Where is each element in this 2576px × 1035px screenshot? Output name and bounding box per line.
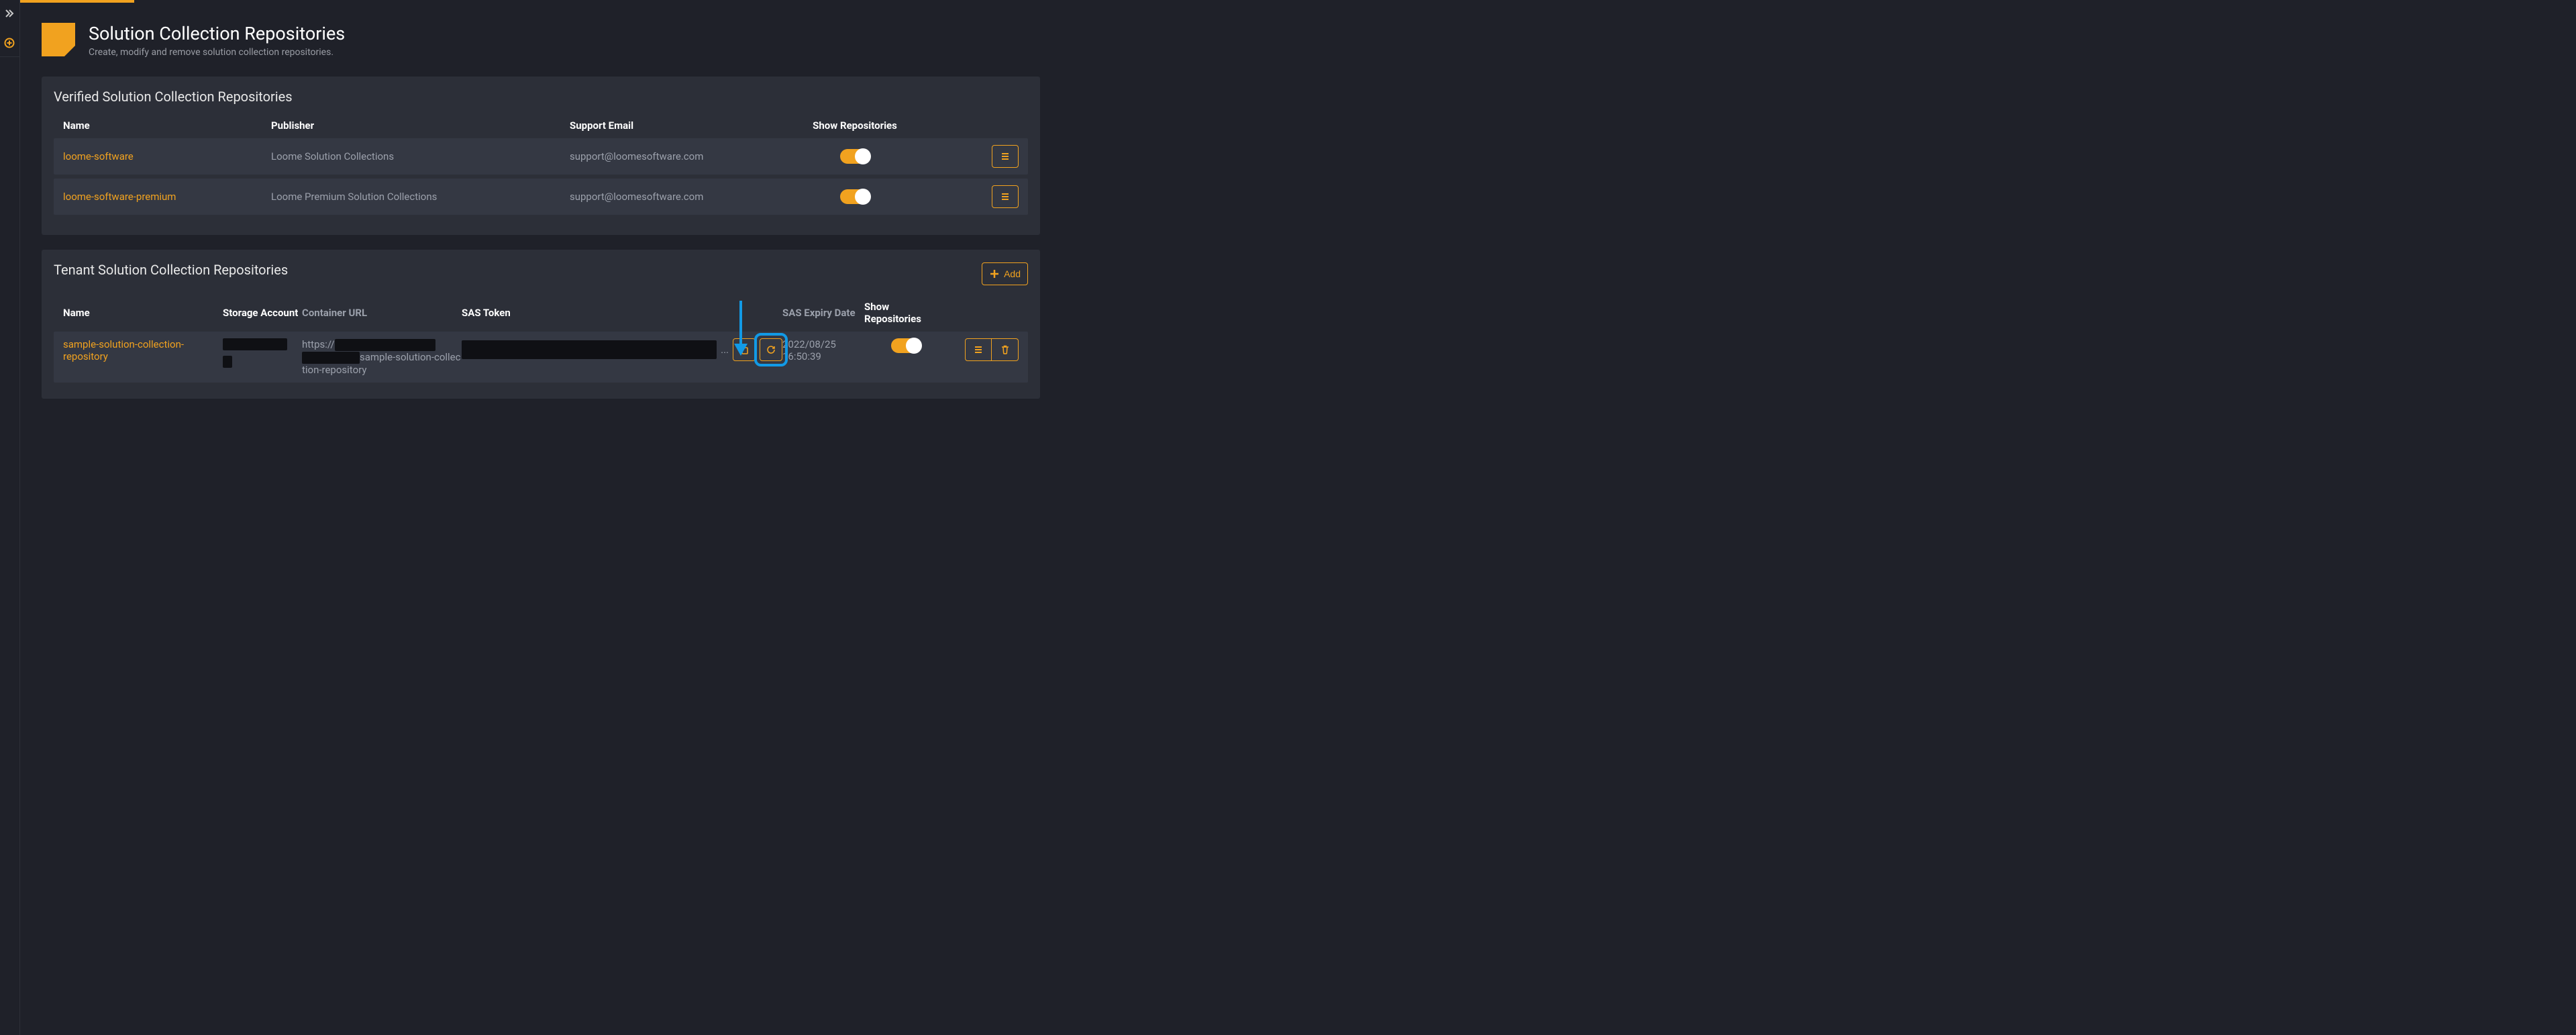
- add-shortcut-button[interactable]: [4, 38, 15, 51]
- show-repos-toggle[interactable]: [891, 338, 921, 353]
- col-expiry: SAS Expiry Date: [782, 307, 864, 319]
- delete-button[interactable]: [992, 338, 1019, 361]
- col-show: Show Repositories: [811, 119, 898, 132]
- show-repos-toggle[interactable]: [840, 189, 870, 204]
- left-rail: [0, 0, 20, 1035]
- col-sas: SAS Token: [462, 307, 782, 319]
- show-repos-toggle[interactable]: [840, 149, 870, 164]
- copy-icon: [739, 344, 750, 355]
- sas-ellipsis: ...: [721, 344, 729, 356]
- add-repo-button[interactable]: Add: [982, 262, 1028, 285]
- page-content: Solution Collection Repositories Create,…: [20, 0, 1053, 440]
- col-email: Support Email: [570, 119, 811, 132]
- verified-table-row: loome-software Loome Solution Collection…: [54, 138, 1028, 175]
- list-icon: [1000, 191, 1011, 202]
- repo-link[interactable]: loome-software: [63, 150, 134, 162]
- redacted-storage: [223, 356, 232, 368]
- plus-icon: [989, 268, 1000, 279]
- tenant-table-row: sample-solution-collection-repository ht…: [54, 332, 1028, 383]
- sas-token-masked: [462, 340, 717, 359]
- page-header: Solution Collection Repositories Create,…: [42, 23, 1040, 58]
- col-name: Name: [63, 307, 223, 319]
- top-accent-bar: [0, 0, 134, 3]
- chevron-double-right-icon: [4, 8, 15, 19]
- add-repo-label: Add: [1004, 268, 1021, 279]
- verified-table-header: Name Publisher Support Email Show Reposi…: [54, 113, 1028, 138]
- tenant-table-header: Name Storage Account Container URL SAS T…: [54, 294, 1028, 332]
- repo-email: support@loomesoftware.com: [570, 150, 811, 162]
- rail-divider: [0, 56, 20, 57]
- col-publisher: Publisher: [271, 119, 570, 132]
- list-icon: [973, 344, 984, 355]
- plus-circle-icon: [4, 38, 15, 48]
- page-subtitle: Create, modify and remove solution colle…: [89, 47, 345, 58]
- sas-expiry-date: 2022/08/25: [782, 338, 864, 350]
- copy-sas-button[interactable]: [733, 338, 756, 361]
- url-prefix: https://: [302, 338, 335, 350]
- repo-publisher: Loome Premium Solution Collections: [271, 191, 570, 203]
- repo-link[interactable]: sample-solution-collection-repository: [63, 338, 184, 362]
- verified-repos-heading: Verified Solution Collection Repositorie…: [54, 89, 1028, 105]
- tenant-repos-heading: Tenant Solution Collection Repositories: [54, 262, 288, 278]
- redacted-storage: [223, 338, 287, 350]
- refresh-icon: [766, 344, 776, 355]
- details-button[interactable]: [992, 145, 1019, 168]
- details-button[interactable]: [965, 338, 992, 361]
- row-actions: [965, 338, 1019, 361]
- details-button[interactable]: [992, 185, 1019, 208]
- container-url: https:// sample-solution-collection-repo…: [302, 338, 462, 376]
- col-name: Name: [63, 119, 271, 132]
- col-url: Container URL: [302, 307, 462, 319]
- refresh-sas-button[interactable]: [760, 338, 782, 361]
- sas-expiry-time: 16:50:39: [782, 350, 864, 362]
- repo-publisher: Loome Solution Collections: [271, 150, 570, 162]
- redacted-url-host: [335, 339, 435, 351]
- verified-table-row: loome-software-premium Loome Premium Sol…: [54, 179, 1028, 215]
- trash-icon: [1000, 344, 1011, 355]
- verified-repos-table: Name Publisher Support Email Show Reposi…: [54, 113, 1028, 215]
- col-show: Show Repositories: [864, 301, 947, 325]
- page-icon-note: [42, 23, 75, 56]
- tenant-repos-panel: Tenant Solution Collection Repositories …: [42, 250, 1040, 399]
- col-storage: Storage Account: [223, 307, 302, 319]
- repo-email: support@loomesoftware.com: [570, 191, 811, 203]
- list-icon: [1000, 151, 1011, 162]
- sas-expiry: 2022/08/25 16:50:39: [782, 338, 864, 362]
- page-title: Solution Collection Repositories: [89, 23, 345, 44]
- expand-rail-button[interactable]: [4, 8, 15, 21]
- verified-repos-panel: Verified Solution Collection Repositorie…: [42, 77, 1040, 235]
- tenant-repos-table: Name Storage Account Container URL SAS T…: [54, 294, 1028, 383]
- redacted-url-path: [302, 352, 360, 364]
- repo-link[interactable]: loome-software-premium: [63, 191, 176, 203]
